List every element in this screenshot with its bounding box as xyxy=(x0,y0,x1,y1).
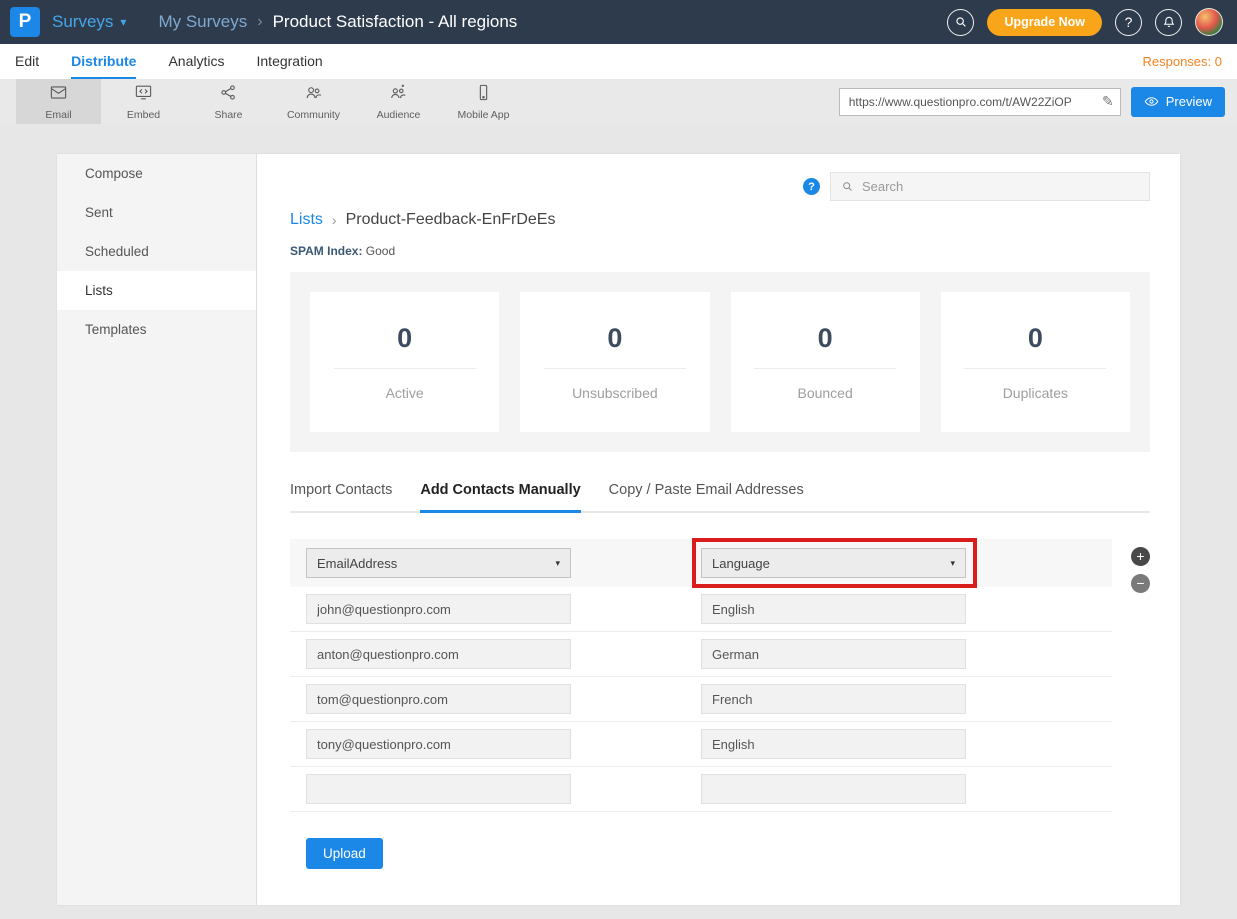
community-icon xyxy=(304,83,323,107)
chevron-down-icon: ▾ xyxy=(555,558,560,569)
breadcrumb-my-surveys[interactable]: My Surveys xyxy=(158,12,247,32)
help-icon[interactable]: ? xyxy=(1115,9,1142,36)
toolbar-item-mobile-app[interactable]: Mobile App xyxy=(441,79,526,124)
email-field[interactable] xyxy=(306,639,571,669)
sidebar-item-scheduled[interactable]: Scheduled xyxy=(57,232,256,271)
spam-index: SPAM Index: Good xyxy=(290,244,1150,258)
product-switcher[interactable]: Surveys ▾ xyxy=(52,12,126,32)
tab-add-contacts-manually[interactable]: Add Contacts Manually xyxy=(420,482,580,513)
toolbar-item-community[interactable]: Community xyxy=(271,79,356,124)
edit-url-pencil-icon[interactable]: ✎ xyxy=(1102,93,1114,110)
email-distribute-card: Compose Sent Scheduled Lists Templates ?… xyxy=(57,154,1180,905)
help-icon[interactable]: ? xyxy=(803,178,820,195)
contact-row xyxy=(290,677,1112,722)
search-input[interactable] xyxy=(862,179,1139,194)
sidebar-item-sent[interactable]: Sent xyxy=(57,193,256,232)
language-field[interactable] xyxy=(701,684,966,714)
contact-row xyxy=(290,632,1112,677)
stat-card-active: 0 Active xyxy=(310,292,499,432)
row-controls: + − xyxy=(1131,547,1150,593)
add-row-button[interactable]: + xyxy=(1131,547,1150,566)
language-field[interactable] xyxy=(701,729,966,759)
search-icon xyxy=(841,180,854,193)
tab-copy-paste-email-addresses[interactable]: Copy / Paste Email Addresses xyxy=(609,482,804,513)
email-column-select[interactable]: EmailAddress ▾ xyxy=(306,548,571,578)
distribute-toolbar: Email Embed Share Community Audience Mob… xyxy=(0,79,1237,124)
stat-card-unsubscribed: 0 Unsubscribed xyxy=(520,292,709,432)
eye-icon xyxy=(1144,94,1159,109)
search-icon[interactable] xyxy=(947,9,974,36)
list-breadcrumb: Lists › Product-Feedback-EnFrDeEs xyxy=(290,211,1150,229)
product-name: Surveys xyxy=(52,12,113,32)
list-stats: 0 Active 0 Unsubscribed 0 Bounced 0 xyxy=(290,272,1150,452)
contact-row xyxy=(290,587,1112,632)
mobile-app-icon xyxy=(474,83,493,107)
upload-button[interactable]: Upload xyxy=(306,838,383,869)
lists-content: ? Lists › Product-Feedback-EnFrDeEs SPAM… xyxy=(257,154,1180,905)
contact-row xyxy=(290,767,1112,812)
audience-icon xyxy=(389,83,408,107)
tab-integration[interactable]: Integration xyxy=(257,44,323,79)
email-field[interactable] xyxy=(306,774,571,804)
breadcrumb-lists-link[interactable]: Lists xyxy=(290,211,323,229)
language-column-select[interactable]: Language ▾ xyxy=(701,548,966,578)
sidebar-item-compose[interactable]: Compose xyxy=(57,154,256,193)
toolbar-item-embed[interactable]: Embed xyxy=(101,79,186,124)
remove-row-button[interactable]: − xyxy=(1131,574,1150,593)
email-field[interactable] xyxy=(306,684,571,714)
email-field[interactable] xyxy=(306,594,571,624)
email-sidebar: Compose Sent Scheduled Lists Templates xyxy=(57,154,257,905)
language-field[interactable] xyxy=(701,594,966,624)
manual-contacts-form: EmailAddress ▾ Language ▾ xyxy=(290,539,1150,812)
contacts-tabs: Import Contacts Add Contacts Manually Co… xyxy=(290,482,1150,513)
notifications-bell-icon[interactable] xyxy=(1155,9,1182,36)
embed-icon xyxy=(134,83,153,107)
language-field[interactable] xyxy=(701,639,966,669)
survey-url-input[interactable] xyxy=(839,88,1121,116)
stat-card-bounced: 0 Bounced xyxy=(731,292,920,432)
page-background: Compose Sent Scheduled Lists Templates ?… xyxy=(0,124,1237,919)
breadcrumb: My Surveys › Product Satisfaction - All … xyxy=(158,12,517,32)
share-icon xyxy=(219,83,238,107)
list-search-box xyxy=(830,172,1150,201)
tab-analytics[interactable]: Analytics xyxy=(168,44,224,79)
tab-distribute[interactable]: Distribute xyxy=(71,44,136,79)
toolbar-item-email[interactable]: Email xyxy=(16,79,101,124)
header-actions: Upgrade Now ? xyxy=(947,8,1223,36)
tab-edit[interactable]: Edit xyxy=(15,44,39,79)
preview-button[interactable]: Preview xyxy=(1131,87,1225,117)
sidebar-item-lists[interactable]: Lists xyxy=(57,271,256,310)
top-header-bar: P Surveys ▾ My Surveys › Product Satisfa… xyxy=(0,0,1237,44)
questionpro-logo[interactable]: P xyxy=(10,7,40,37)
tab-import-contacts[interactable]: Import Contacts xyxy=(290,482,392,513)
stat-card-duplicates: 0 Duplicates xyxy=(941,292,1130,432)
chevron-down-icon: ▾ xyxy=(120,15,126,29)
sidebar-item-templates[interactable]: Templates xyxy=(57,310,256,349)
user-avatar[interactable] xyxy=(1195,8,1223,36)
email-field[interactable] xyxy=(306,729,571,759)
survey-nav-tabs: Edit Distribute Analytics Integration Re… xyxy=(0,44,1237,79)
contact-row xyxy=(290,722,1112,767)
upgrade-now-button[interactable]: Upgrade Now xyxy=(987,9,1102,36)
breadcrumb-separator-icon: › xyxy=(332,212,337,228)
survey-url-box: ✎ xyxy=(839,88,1121,116)
page-title: Product Satisfaction - All regions xyxy=(273,12,518,32)
column-selector-row: EmailAddress ▾ Language ▾ xyxy=(290,539,1112,587)
list-name: Product-Feedback-EnFrDeEs xyxy=(346,211,556,229)
toolbar-item-audience[interactable]: Audience xyxy=(356,79,441,124)
breadcrumb-separator-icon: › xyxy=(257,13,262,31)
language-field[interactable] xyxy=(701,774,966,804)
email-icon xyxy=(49,83,68,107)
responses-count: Responses: 0 xyxy=(1143,44,1223,79)
chevron-down-icon: ▾ xyxy=(950,558,955,569)
toolbar-item-share[interactable]: Share xyxy=(186,79,271,124)
